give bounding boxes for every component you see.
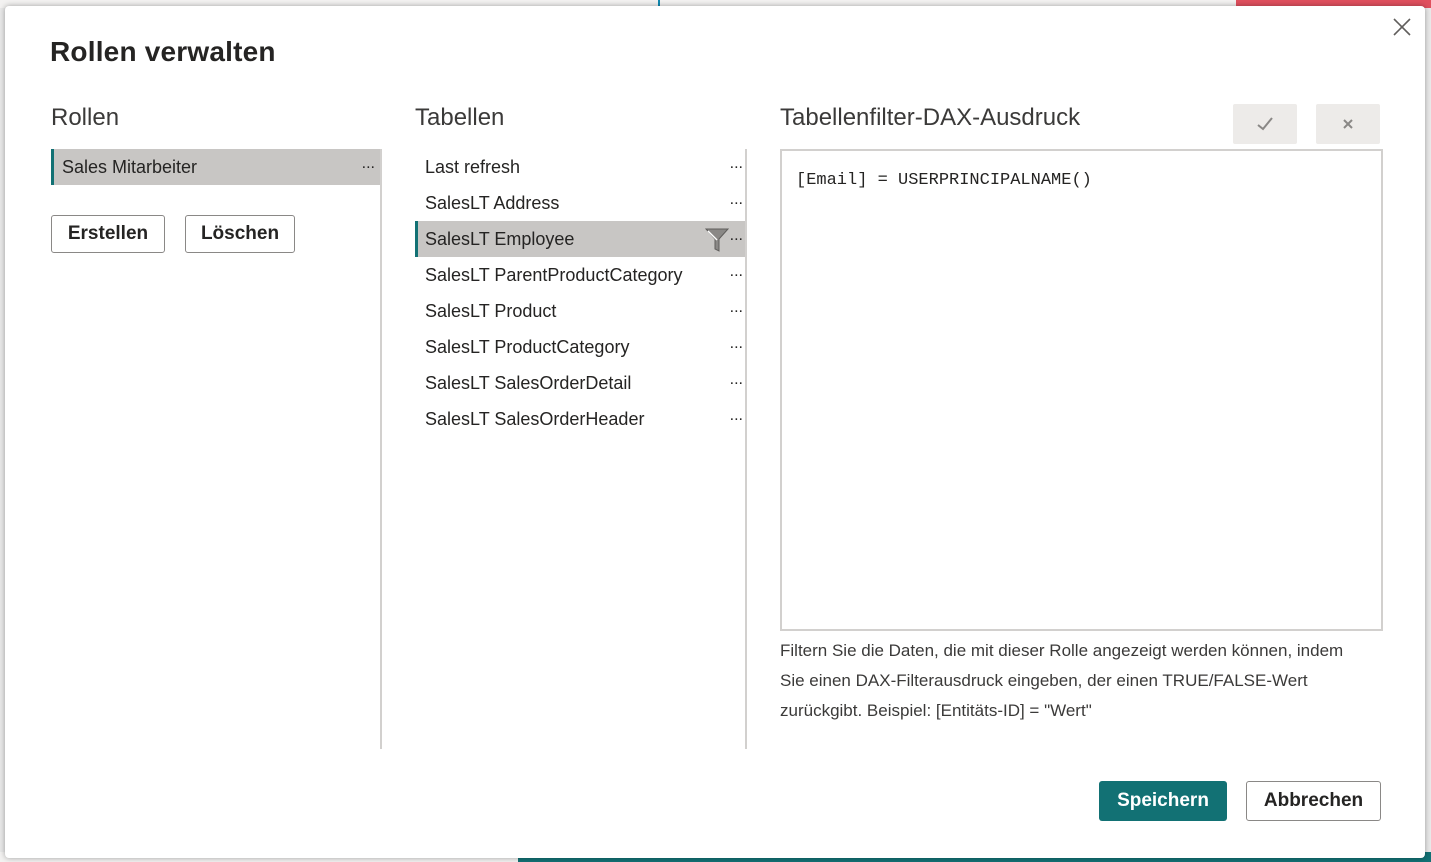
table-label: SalesLT ProductCategory [425, 337, 630, 357]
table-label: SalesLT Employee [425, 229, 575, 249]
x-icon [1343, 119, 1353, 129]
table-more-options[interactable]: ... [730, 191, 743, 209]
dialog-title: Rollen verwalten [50, 36, 276, 67]
discard-filter-button[interactable] [1316, 104, 1380, 144]
roles-heading: Rollen [51, 104, 120, 131]
cancel-button[interactable]: Abbrechen [1246, 781, 1381, 821]
column-divider [745, 149, 747, 749]
dax-expression-text: [Email] = USERPRINCIPALNAME() [796, 171, 1092, 190]
dax-heading: Tabellenfilter-DAX-Ausdruck [780, 104, 1081, 131]
table-label: SalesLT SalesOrderHeader [425, 409, 645, 429]
role-item-label: Sales Mitarbeiter [62, 157, 198, 177]
role-item-sales-mitarbeiter[interactable]: Sales Mitarbeiter ... [51, 149, 381, 185]
table-more-options[interactable]: ... [730, 335, 743, 353]
table-row-last-refresh[interactable]: Last refresh ... [415, 149, 745, 185]
table-row-salesorderheader[interactable]: SalesLT SalesOrderHeader ... [415, 401, 745, 437]
table-label: Last refresh [425, 157, 521, 177]
table-more-options[interactable]: ... [730, 371, 743, 389]
table-row-address[interactable]: SalesLT Address ... [415, 185, 745, 221]
table-row-parentproductcategory[interactable]: SalesLT ParentProductCategory ... [415, 257, 745, 293]
tables-list: Last refresh ... SalesLT Address ... Sal… [415, 149, 745, 437]
role-more-options[interactable]: ... [362, 155, 375, 173]
table-label: SalesLT Product [425, 301, 557, 321]
table-more-options[interactable]: ... [730, 407, 743, 425]
check-icon [1257, 117, 1273, 131]
delete-role-button[interactable]: Löschen [185, 215, 295, 253]
table-more-options[interactable]: ... [730, 299, 743, 317]
column-divider [380, 149, 382, 749]
dax-expression-editor[interactable]: [Email] = USERPRINCIPALNAME() [780, 149, 1383, 631]
table-label: SalesLT SalesOrderDetail [425, 373, 632, 393]
table-more-options[interactable]: ... [730, 155, 743, 173]
create-role-button[interactable]: Erstellen [51, 215, 165, 253]
tables-heading: Tabellen [415, 104, 505, 131]
close-icon [1393, 18, 1411, 36]
save-button[interactable]: Speichern [1099, 781, 1227, 821]
table-row-employee[interactable]: SalesLT Employee ... [415, 221, 745, 257]
table-label: SalesLT Address [425, 193, 560, 213]
table-more-options[interactable]: ... [730, 227, 743, 245]
confirm-filter-button[interactable] [1233, 104, 1297, 144]
table-row-productcategory[interactable]: SalesLT ProductCategory ... [415, 329, 745, 365]
table-row-product[interactable]: SalesLT Product ... [415, 293, 745, 329]
dax-help-text: Filtern Sie die Daten, die mit dieser Ro… [780, 641, 1344, 720]
table-more-options[interactable]: ... [730, 263, 743, 281]
manage-roles-dialog: Rollen verwalten Rollen Sales Mitarbeite… [5, 6, 1425, 858]
table-row-salesorderdetail[interactable]: SalesLT SalesOrderDetail ... [415, 365, 745, 401]
filter-icon [705, 228, 729, 252]
table-label: SalesLT ParentProductCategory [425, 265, 683, 285]
close-button[interactable] [1389, 14, 1415, 40]
